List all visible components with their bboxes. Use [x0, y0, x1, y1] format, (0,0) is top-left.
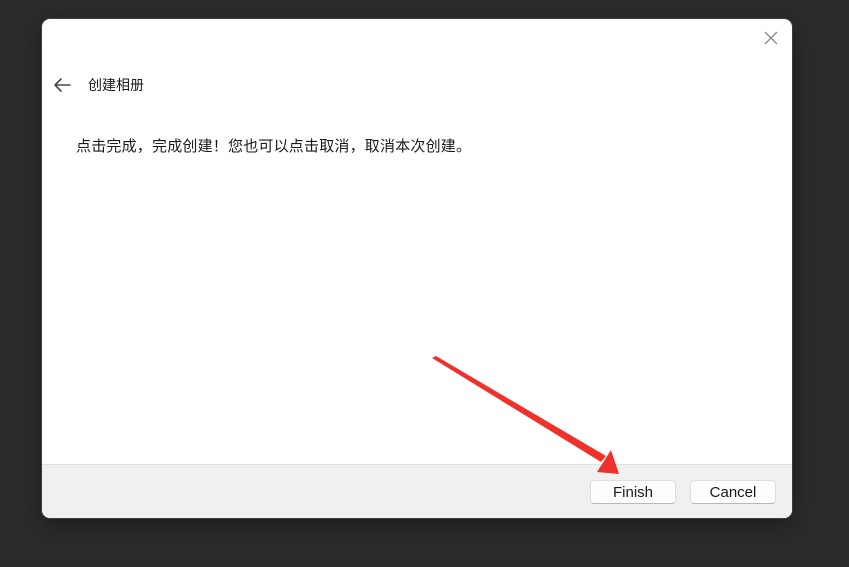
back-button[interactable]	[50, 73, 74, 97]
cancel-button[interactable]: Cancel	[690, 480, 776, 504]
dialog-header: 创建相册	[50, 71, 144, 99]
close-button[interactable]	[760, 27, 782, 49]
close-icon	[764, 31, 778, 45]
dialog-footer: Finish Cancel	[42, 464, 792, 518]
back-arrow-icon	[54, 78, 71, 92]
dialog-title: 创建相册	[88, 78, 144, 94]
instruction-text: 点击完成，完成创建！您也可以点击取消，取消本次创建。	[76, 137, 472, 155]
create-album-dialog: 创建相册 点击完成，完成创建！您也可以点击取消，取消本次创建。 Finish C…	[42, 19, 792, 518]
finish-button[interactable]: Finish	[590, 480, 676, 504]
